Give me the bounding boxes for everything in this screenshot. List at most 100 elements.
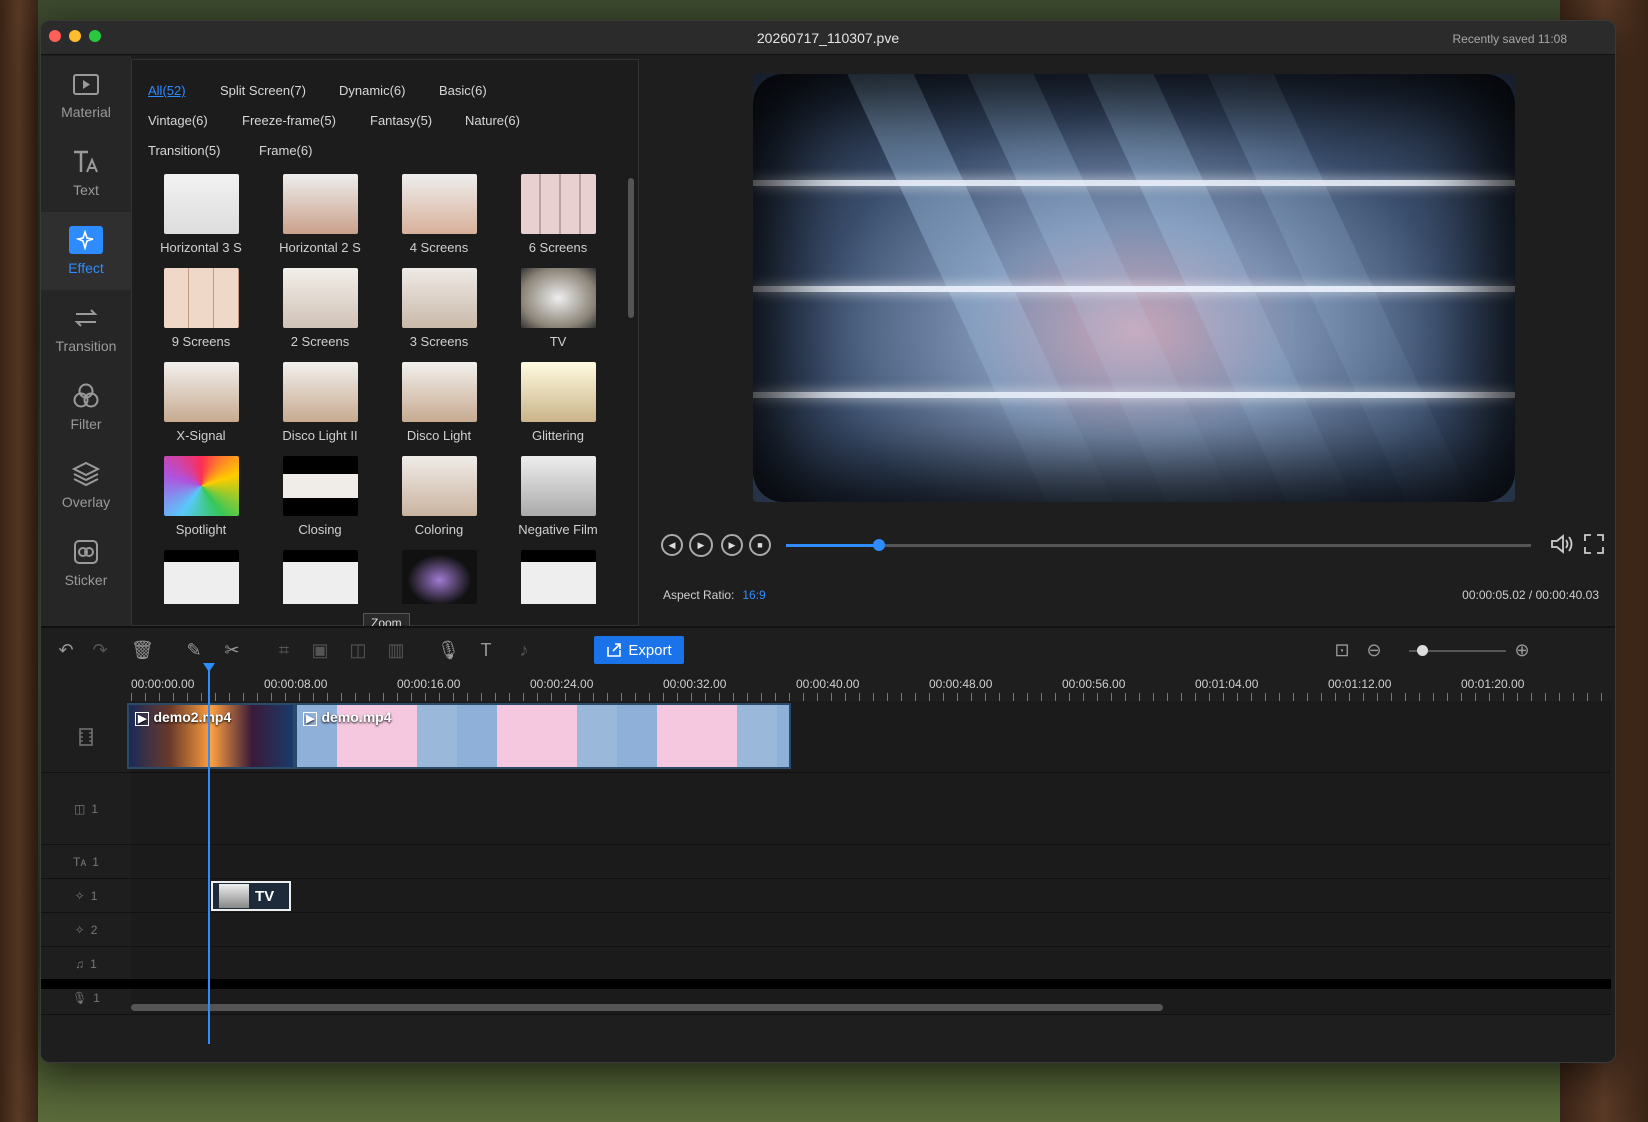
tab-freeze-frame[interactable]: Freeze-frame(5)	[242, 110, 370, 140]
zoom-in-icon[interactable]: ⊕	[1511, 640, 1533, 660]
music-icon: ♫	[75, 956, 85, 971]
effect-item[interactable]: X-Signal	[146, 362, 256, 443]
effect-item[interactable]	[503, 550, 613, 604]
sidebar-item-material[interactable]: Material	[41, 56, 131, 134]
tab-all[interactable]: All(52)	[148, 80, 220, 110]
effect-item[interactable]	[146, 550, 256, 604]
title-bar: 20260717_110307.pve Recently saved 11:08	[41, 21, 1615, 55]
tab-fantasy[interactable]: Fantasy(5)	[370, 110, 465, 140]
timeline-scrollbar[interactable]	[131, 1004, 1163, 1011]
effect-item[interactable]: Spotlight	[146, 456, 256, 537]
video-clip[interactable]: ▶ demo2.mp4	[127, 703, 295, 769]
effect-item[interactable]: 3 Screens	[384, 268, 494, 349]
effect-label: Negative Film	[518, 522, 598, 537]
effect-item[interactable]: TV	[503, 268, 613, 349]
effect-item[interactable]	[384, 550, 494, 604]
effect-thumbnail	[219, 884, 249, 908]
sidebar-item-filter[interactable]: Filter	[41, 368, 131, 446]
effect-item[interactable]	[265, 550, 375, 604]
effect-label: 4 Screens	[409, 240, 469, 255]
effect-label: TV	[549, 334, 567, 349]
effect-thumbnail	[282, 456, 358, 516]
music-track: ♫ 1	[41, 947, 1611, 981]
save-status: Recently saved 11:08	[1452, 32, 1567, 46]
effect-item[interactable]: Horizontal 2 S	[265, 174, 375, 255]
sidebar-item-transition[interactable]: Transition	[41, 290, 131, 368]
cut-icon[interactable]: ✂	[221, 640, 243, 660]
forward-button[interactable]: ▶	[721, 534, 743, 556]
effect-item[interactable]: Horizontal 3 S	[146, 174, 256, 255]
effect-label: Horizontal 3 S	[160, 240, 242, 255]
edit-icon[interactable]: ✎	[183, 640, 205, 660]
mosaic-icon[interactable]: ▣	[309, 640, 331, 660]
effect-item[interactable]: 6 Screens	[503, 174, 613, 255]
effect-item[interactable]: Coloring	[384, 456, 494, 537]
play-button[interactable]: ▶	[689, 533, 713, 557]
effect-item[interactable]: Disco Light	[384, 362, 494, 443]
effect-track-icon: ✧	[74, 922, 85, 937]
effects-grid: Horizontal 3 S Horizontal 2 S 4 Screens 6 S…	[146, 174, 626, 604]
effect-thumbnail	[401, 268, 477, 328]
text-to-speech-icon[interactable]: T	[475, 640, 497, 660]
aspect-ratio-value[interactable]: 16:9	[742, 588, 765, 602]
effect-item[interactable]: Glittering	[503, 362, 613, 443]
tab-split-screen[interactable]: Split Screen(7)	[220, 80, 339, 110]
playhead[interactable]	[208, 666, 210, 1044]
effect-thumbnail	[282, 268, 358, 328]
effect-label: 6 Screens	[528, 240, 588, 255]
effect-thumbnail	[520, 268, 596, 328]
crop-icon[interactable]: ⌗	[273, 640, 295, 660]
progress-knob[interactable]	[873, 539, 886, 551]
mic-icon: 🎙	[72, 990, 88, 1005]
track-number: 1	[92, 854, 99, 869]
tab-frame[interactable]: Frame(6)	[259, 140, 359, 170]
export-button[interactable]: Export	[594, 636, 684, 664]
effect-item[interactable]: Closing	[265, 456, 375, 537]
total-time: 00:00:40.03	[1535, 588, 1599, 602]
sticker-icon	[74, 540, 98, 564]
playback-progress[interactable]	[786, 539, 1531, 551]
zoom-slider-knob[interactable]	[1416, 645, 1428, 656]
voice-change-icon[interactable]: ♪	[513, 640, 535, 660]
aspect-ratio-label: Aspect Ratio:	[663, 588, 735, 602]
effect-clip[interactable]: TV	[211, 881, 291, 911]
tab-vintage[interactable]: Vintage(6)	[148, 110, 242, 140]
effects-scrollbar[interactable]	[628, 178, 634, 318]
track-number: 1	[90, 956, 97, 971]
mic-icon[interactable]: 🎙	[437, 640, 460, 660]
tab-basic[interactable]: Basic(6)	[439, 80, 559, 110]
audio-wave-icon[interactable]: ▥	[385, 640, 407, 660]
effect-item[interactable]: 2 Screens	[265, 268, 375, 349]
fullscreen-icon[interactable]	[1583, 533, 1605, 555]
video-preview[interactable]	[753, 74, 1515, 502]
delete-icon[interactable]: 🗑	[131, 640, 154, 660]
effect-item[interactable]: 9 Screens	[146, 268, 256, 349]
volume-icon[interactable]	[1549, 532, 1575, 556]
pip-icon[interactable]: ◫	[347, 640, 369, 660]
timeline-ruler[interactable]: 00:00:00.00 00:00:08.00 00:00:16.00 00:00:2…	[131, 671, 1609, 701]
tab-transition[interactable]: Transition(5)	[148, 140, 259, 170]
tab-dynamic[interactable]: Dynamic(6)	[339, 80, 439, 110]
timeline-zoom-slider[interactable]	[1409, 645, 1506, 656]
stop-button[interactable]: ■	[749, 534, 771, 556]
effect-label: Closing	[298, 522, 342, 537]
effect-item[interactable]: 4 Screens	[384, 174, 494, 255]
undo-icon[interactable]: ↶	[55, 640, 77, 660]
effect-item[interactable]: Negative Film	[503, 456, 613, 537]
effect-item[interactable]: Disco Light II	[265, 362, 375, 443]
effect-thumbnail	[163, 268, 239, 328]
effect-thumbnail	[520, 174, 596, 234]
track-number: 2	[90, 922, 98, 937]
video-clip[interactable]: ▶ demo.mp4	[295, 703, 791, 769]
redo-icon[interactable]: ↷	[89, 640, 111, 660]
sidebar-item-overlay[interactable]: Overlay	[41, 446, 131, 524]
zoom-out-icon[interactable]: ⊖	[1363, 640, 1385, 660]
tab-nature[interactable]: Nature(6)	[465, 110, 585, 140]
sidebar-item-text[interactable]: Text	[41, 134, 131, 212]
effect-label: Disco Light II	[282, 428, 358, 443]
sidebar-item-sticker[interactable]: Sticker	[41, 524, 131, 602]
sidebar-item-effect[interactable]: Effect	[41, 212, 131, 290]
rewind-button[interactable]: ◀	[661, 534, 683, 556]
effect-thumbnail	[520, 456, 596, 516]
fit-timeline-icon[interactable]: ⊡	[1331, 640, 1353, 660]
